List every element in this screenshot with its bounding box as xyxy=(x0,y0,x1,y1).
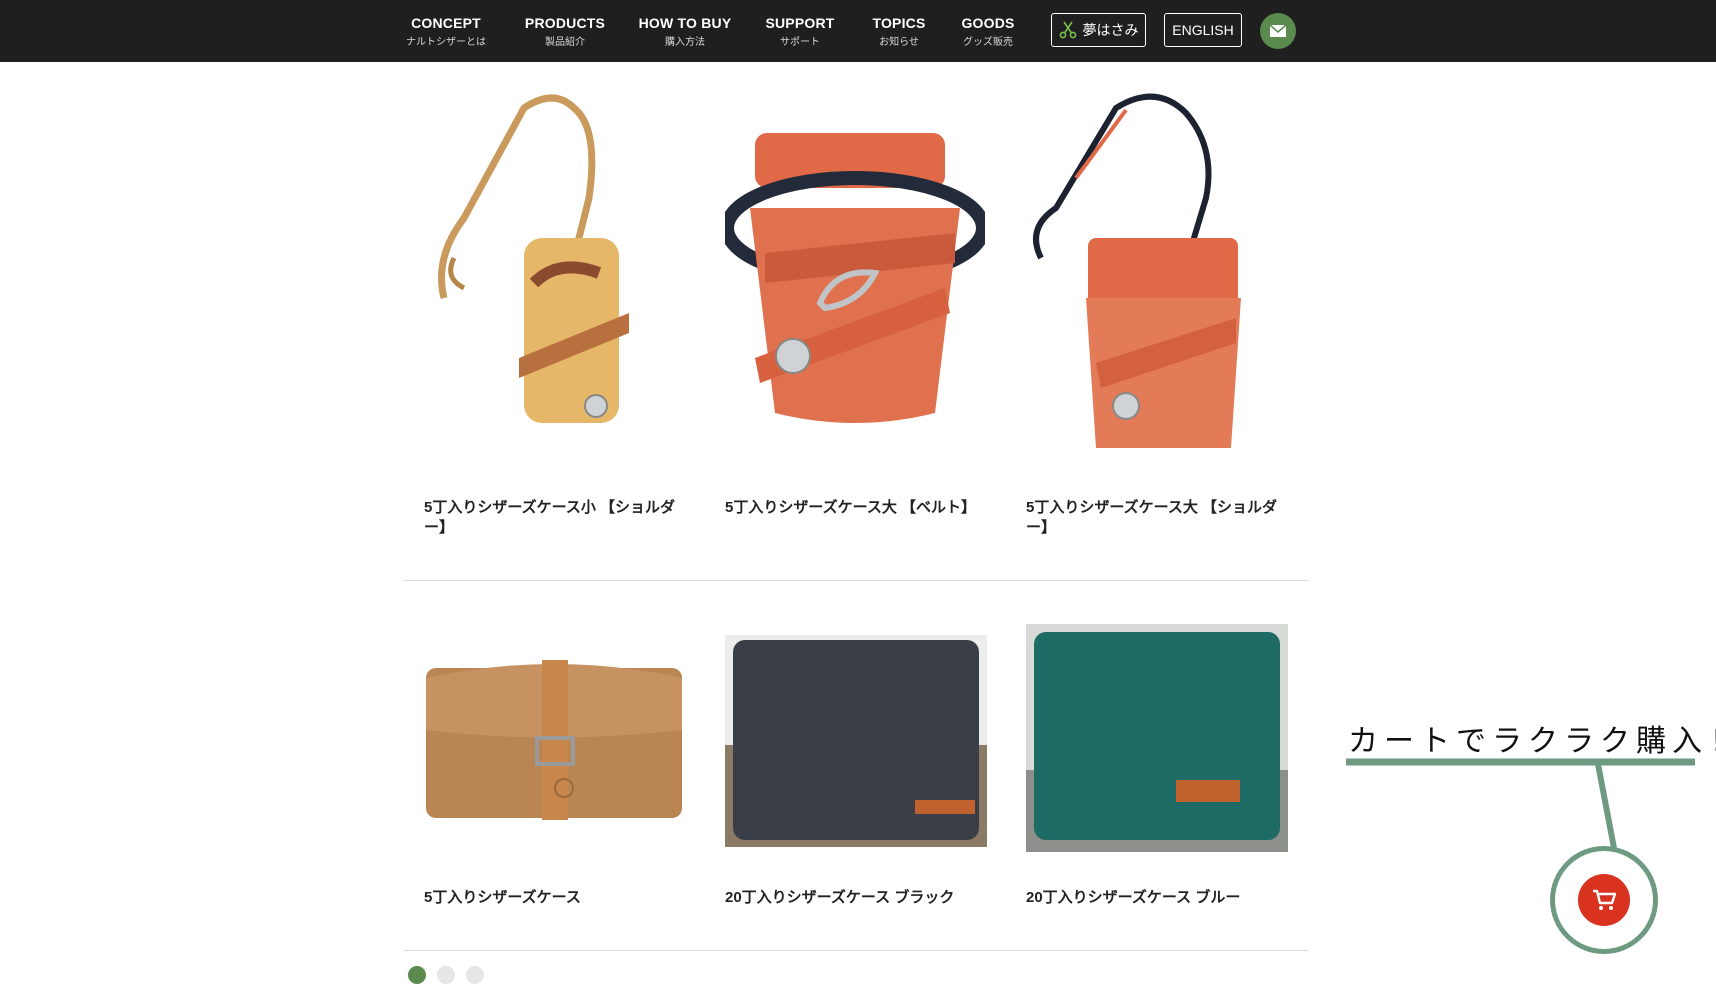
product-card[interactable]: 5丁入りシザーズケース xyxy=(424,620,684,910)
nav-goods-sublabel: グッズ販売 xyxy=(963,36,1013,48)
product-image xyxy=(1026,624,1288,852)
product-title: 5丁入りシザーズケース大 【ベルト】 xyxy=(725,499,977,516)
nav-goods-label: GOODS xyxy=(961,14,1015,31)
mail-icon xyxy=(1269,24,1287,37)
nav-products[interactable]: PRODUCTS 製品紹介 xyxy=(519,15,611,48)
nav-products-sublabel: 製品紹介 xyxy=(545,36,585,48)
nav-support-sublabel: サポート xyxy=(780,36,820,48)
product-card[interactable]: 5丁入りシザーズケース大 【ショルダー】 xyxy=(1026,88,1286,548)
product-title: 5丁入りシザーズケース大 【ショルダー】 xyxy=(1026,499,1278,536)
nav-how-to-buy-sublabel: 購入方法 xyxy=(665,36,705,48)
scissors-icon xyxy=(1059,21,1076,39)
nav-how-to-buy[interactable]: HOW TO BUY 購入方法 xyxy=(633,15,737,48)
nav-support-label: SUPPORT xyxy=(765,14,835,31)
product-title: 20丁入りシザーズケース ブルー xyxy=(1026,889,1241,906)
yume-hasami-button[interactable]: 夢はさみ xyxy=(1051,13,1146,47)
top-nav-bar: CONCEPT ナルトシザーとは PRODUCTS 製品紹介 HOW TO BU… xyxy=(0,0,1716,62)
nav-concept-label: CONCEPT xyxy=(411,14,481,31)
mail-button[interactable] xyxy=(1260,13,1296,49)
product-title: 20丁入りシザーズケース ブラック xyxy=(725,889,955,906)
nav-how-to-buy-label: HOW TO BUY xyxy=(638,14,732,31)
nav-goods[interactable]: GOODS グッズ販売 xyxy=(955,15,1021,48)
carousel-dot[interactable] xyxy=(437,966,455,984)
nav-concept-sublabel: ナルトシザーとは xyxy=(406,36,486,48)
product-card[interactable]: 20丁入りシザーズケース ブルー xyxy=(1026,620,1288,910)
cart-callout-line xyxy=(1346,758,1695,849)
cart-button-inner xyxy=(1578,874,1630,926)
product-card[interactable]: 20丁入りシザーズケース ブラック xyxy=(725,620,987,910)
product-card[interactable]: 5丁入りシザーズケース大 【ベルト】 xyxy=(720,88,990,548)
cart-button[interactable] xyxy=(1550,846,1658,954)
row-divider xyxy=(404,580,1308,581)
carousel-dot[interactable] xyxy=(466,966,484,984)
nav-topics[interactable]: TOPICS お知らせ xyxy=(865,15,933,48)
product-image xyxy=(725,635,987,847)
english-label: ENGLISH xyxy=(1172,22,1234,38)
product-image xyxy=(720,133,990,423)
product-title: 5丁入りシザーズケース xyxy=(424,889,581,906)
cart-icon xyxy=(1593,889,1617,910)
nav-topics-sublabel: お知らせ xyxy=(879,36,919,48)
nav-topics-label: TOPICS xyxy=(872,14,926,31)
product-image xyxy=(438,94,629,423)
nav-products-label: PRODUCTS xyxy=(524,14,606,31)
yume-hasami-label: 夢はさみ xyxy=(1082,22,1139,38)
product-image xyxy=(1033,93,1241,453)
nav-support[interactable]: SUPPORT サポート xyxy=(759,15,841,48)
product-title: 5丁入りシザーズケース小 【ショルダー】 xyxy=(424,499,676,536)
product-card[interactable]: 5丁入りシザーズケース小 【ショルダー】 xyxy=(424,88,684,548)
product-image xyxy=(426,660,682,820)
nav-concept[interactable]: CONCEPT ナルトシザーとは xyxy=(400,15,492,48)
main-nav: CONCEPT ナルトシザーとは PRODUCTS 製品紹介 HOW TO BU… xyxy=(400,0,1021,62)
row-divider xyxy=(404,950,1308,951)
carousel-dot-active[interactable] xyxy=(408,966,426,984)
english-button[interactable]: ENGLISH xyxy=(1164,13,1242,47)
